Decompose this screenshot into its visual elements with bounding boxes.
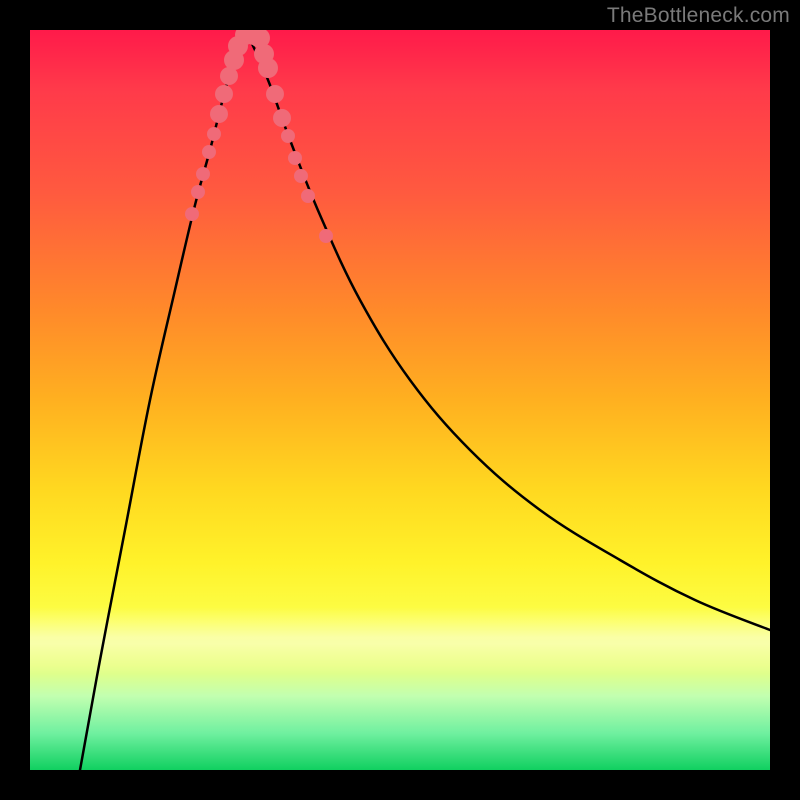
chart-svg xyxy=(30,30,770,770)
data-point xyxy=(273,109,291,127)
data-point xyxy=(202,145,216,159)
data-point xyxy=(207,127,221,141)
watermark-text: TheBottleneck.com xyxy=(607,4,790,28)
series-group xyxy=(80,32,770,770)
curve-left-branch xyxy=(80,32,246,770)
plot-area xyxy=(30,30,770,770)
data-point xyxy=(266,85,284,103)
data-point xyxy=(294,169,308,183)
data-point xyxy=(191,185,205,199)
data-point xyxy=(215,85,233,103)
data-point xyxy=(196,167,210,181)
points-group xyxy=(185,30,333,243)
data-point xyxy=(288,151,302,165)
data-point xyxy=(185,207,199,221)
data-point xyxy=(281,129,295,143)
data-point xyxy=(210,105,228,123)
data-point xyxy=(258,58,278,78)
data-point xyxy=(319,229,333,243)
curve-right-branch xyxy=(246,32,770,630)
data-point xyxy=(301,189,315,203)
